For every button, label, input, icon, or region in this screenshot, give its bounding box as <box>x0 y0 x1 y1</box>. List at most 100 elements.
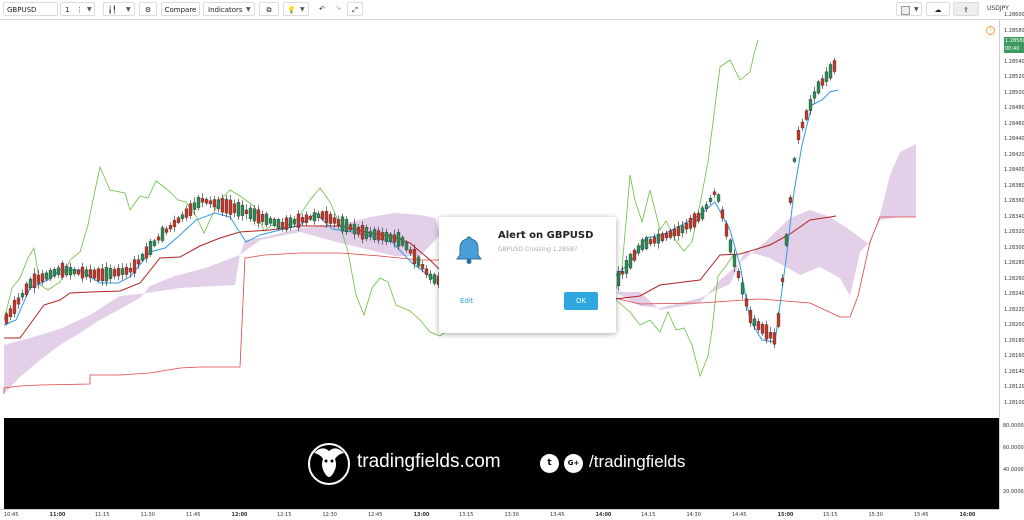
candle-body <box>84 269 89 277</box>
price-tick-label: 1.28260 <box>1004 275 1024 282</box>
time-axis[interactable]: 10:45 11:00 11:15 11:30 11:45 12:00 12:15 12:30… <box>0 509 999 520</box>
time-tick-label: 13:00 <box>413 512 430 518</box>
candle-body <box>300 217 305 223</box>
price-tick-label: 1.28440 <box>1004 136 1024 142</box>
time-tick-label: 10:45 <box>4 512 19 518</box>
candle-body <box>24 283 29 295</box>
lagging-span-line-right-2 <box>615 253 735 378</box>
edit-alert-link[interactable]: Edit <box>460 297 474 305</box>
time-tick-label: 13:15 <box>459 512 474 518</box>
candle-body <box>376 230 381 241</box>
twitter-icon[interactable]: t <box>540 454 559 473</box>
symbol-input[interactable]: GBPUSD <box>3 2 58 16</box>
google-plus-glyph: G+ <box>567 459 580 467</box>
candle-body <box>96 268 101 281</box>
time-tick-label: 11:30 <box>140 512 155 518</box>
interval-select[interactable]: 1 ⋮ ▼ <box>60 2 95 16</box>
price-tick-label: 1.28380 <box>1004 182 1024 189</box>
candle-body <box>112 269 117 277</box>
candle-body <box>672 229 677 237</box>
candle-body <box>160 227 165 241</box>
layout-select[interactable]: ▼ <box>896 2 922 16</box>
candle-body <box>332 217 337 224</box>
candle-body <box>324 211 329 224</box>
ok-button[interactable]: OK <box>564 292 598 310</box>
redo-button[interactable]: ↷ <box>330 2 346 16</box>
candle-body <box>8 308 13 318</box>
price-axis[interactable]: 1.286001.285801.285601.285401.285201.285… <box>999 12 1024 418</box>
price-tick-label: 1.28100 <box>1004 399 1024 406</box>
time-tick-label: 15:30 <box>868 512 883 518</box>
candle-body <box>396 232 401 247</box>
fullscreen-icon: ⤢ <box>352 6 358 14</box>
fullscreen-button[interactable]: ⤢ <box>347 2 363 16</box>
candle-body <box>648 239 653 245</box>
candle-body <box>392 234 397 243</box>
price-tick-label: 1.28580 <box>1004 27 1024 34</box>
candle-body <box>188 203 193 216</box>
chart-style-button[interactable]: ╽╿ ▼ <box>103 2 135 16</box>
candle-body <box>720 209 725 219</box>
compare-label: Compare <box>164 6 197 14</box>
indicator-tick-label: 60.0000 <box>1003 445 1024 451</box>
price-tick-label: 1.28200 <box>1004 322 1024 328</box>
candle-body <box>352 223 357 235</box>
price-tick-label: 1.28120 <box>1004 384 1024 390</box>
candle-body <box>28 278 33 289</box>
chart-toolbar: GBPUSD 1 ⋮ ▼ ╽╿ ▼ ⚙ Compare Indicators ▼… <box>0 0 1024 20</box>
candle-body <box>420 264 425 270</box>
time-tick-label: 11:15 <box>95 512 110 518</box>
templates-button[interactable]: ⧉ <box>259 2 279 16</box>
candle-body <box>328 213 333 224</box>
candle-body <box>20 293 25 298</box>
candle-body <box>40 273 45 282</box>
candle-body <box>632 249 637 261</box>
price-tick-label: 1.28280 <box>1004 260 1024 266</box>
undo-button[interactable]: ↶ <box>314 2 330 16</box>
alert-button[interactable]: 💡 ▼ <box>283 2 309 16</box>
alert-marker-icon[interactable]: ! <box>986 26 995 35</box>
cloud-upload-button[interactable]: ⇪ <box>953 2 979 16</box>
candle-body <box>296 213 301 228</box>
candle-body <box>124 267 129 275</box>
candle-body <box>236 202 241 217</box>
compare-button[interactable]: Compare <box>161 2 200 16</box>
layout-square-icon <box>901 5 910 15</box>
time-tick-label: 13:30 <box>504 512 519 518</box>
current-price-value: 1.28580 <box>1005 38 1024 44</box>
indicators-label: Indicators <box>208 6 243 14</box>
candle-body <box>228 199 233 215</box>
candle-body <box>752 318 757 327</box>
candle-body <box>772 332 777 345</box>
candle-body <box>688 217 693 229</box>
indicators-button[interactable]: Indicators ▼ <box>203 2 255 16</box>
alert-title: Alert on GBPUSD <box>498 230 594 241</box>
candle-body <box>284 217 289 230</box>
candles-icon: ╽╿ <box>108 6 117 14</box>
indicator-axis[interactable]: 80.0000 60.0000 40.0000 20.0000 <box>999 418 1024 509</box>
candle-body <box>320 211 325 220</box>
candle-body <box>696 213 701 222</box>
candle-body <box>792 158 797 162</box>
candle-body <box>116 268 121 277</box>
cloud-save-button[interactable]: ☁ <box>926 2 950 16</box>
candle-body <box>68 267 73 276</box>
indicator-tick-label: 80.0000 <box>1003 423 1024 429</box>
settings-button[interactable]: ⚙ <box>139 2 157 16</box>
candle-body <box>680 225 685 234</box>
google-plus-icon[interactable]: G+ <box>564 454 583 473</box>
candle-body <box>4 313 9 324</box>
candlestick-series <box>4 57 837 349</box>
time-tick-label: 15:00 <box>777 512 794 518</box>
watchlist-symbol[interactable]: USDJPY <box>987 5 1009 12</box>
candle-body <box>60 262 65 278</box>
candle-body <box>756 321 761 330</box>
candle-body <box>808 99 813 111</box>
candle-body <box>388 233 393 242</box>
candle-body <box>260 214 265 222</box>
candle-body <box>308 215 313 220</box>
indicator-tick-label: 20.0000 <box>1003 489 1024 495</box>
candle-body <box>52 269 57 277</box>
price-tick-label: 1.28220 <box>1004 306 1024 313</box>
candle-body <box>312 212 317 222</box>
